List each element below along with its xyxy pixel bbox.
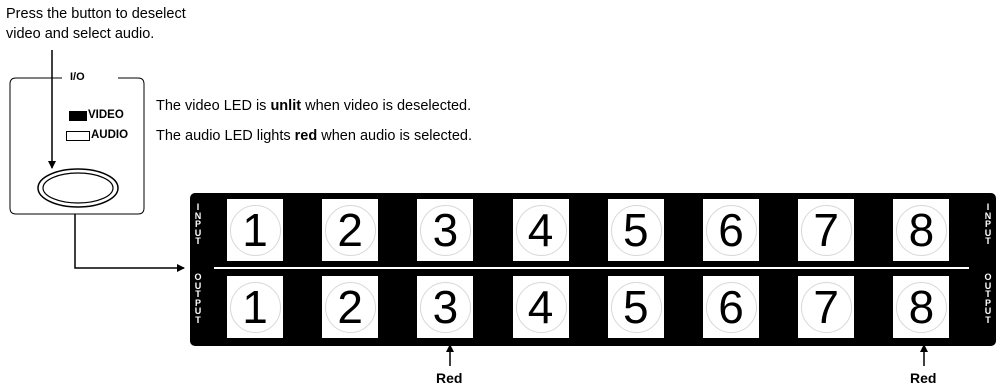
output-button-6[interactable]: 6 (702, 275, 760, 339)
input-button-5[interactable]: 5 (606, 198, 665, 262)
input-button-7[interactable]: 7 (797, 198, 856, 262)
io-panel-title: I/O (70, 71, 85, 83)
input-button-6[interactable]: 6 (702, 198, 760, 262)
video-led (69, 111, 87, 121)
video-note-post: when video is deselected. (301, 98, 472, 114)
button-number: 6 (718, 204, 744, 256)
audio-note-bold: red (294, 128, 318, 144)
button-number: 2 (337, 281, 363, 333)
button-number: 4 (527, 204, 554, 256)
button-number: 8 (908, 204, 935, 256)
button-number: 2 (337, 204, 363, 256)
output-label-left: OUTPUT (192, 273, 204, 324)
output-button-2[interactable]: 2 (321, 275, 380, 339)
input-button-2[interactable]: 2 (321, 198, 380, 262)
video-note-bold: unlit (270, 98, 302, 114)
side-label-letter: T (985, 314, 991, 325)
input-button-1[interactable]: 1 (226, 198, 284, 262)
audio-note-pre: The audio LED lights (156, 128, 295, 144)
output-button-8[interactable]: 8 (892, 275, 951, 339)
button-number: 6 (718, 281, 744, 333)
side-label-letter: T (985, 236, 991, 246)
button-number: 3 (432, 204, 459, 256)
output-label-right: OUTPUT (982, 273, 994, 324)
input-button-3[interactable]: 3 (416, 198, 475, 262)
output-button-3[interactable]: 3 (416, 275, 475, 339)
front-panel: INPUT OUTPUT INPUT OUTPUT 1 2 3 4 5 6 7 8 1 2 3 4 5… (190, 193, 996, 346)
output-button-5[interactable]: 5 (606, 275, 665, 339)
output-button-1[interactable]: 1 (226, 275, 284, 339)
button-number: 3 (432, 281, 459, 333)
side-label-letter: T (195, 236, 201, 246)
audio-led (66, 131, 90, 141)
input-button-4[interactable]: 4 (511, 198, 570, 262)
input-label-right: INPUT (982, 203, 994, 246)
audio-led-note: The audio LED lights red when audio is s… (156, 127, 472, 145)
output-button-4[interactable]: 4 (511, 275, 570, 339)
red-callout-input-3: Red (436, 370, 463, 386)
button-number: 1 (242, 204, 268, 256)
video-led-label: VIDEO (88, 109, 124, 121)
video-led-note: The video LED is unlit when video is des… (156, 97, 471, 115)
audio-note-post: when audio is selected. (317, 128, 472, 144)
video-note-pre: The video LED is (156, 98, 271, 114)
button-number: 7 (813, 281, 839, 333)
red-callout-input-8: Red (910, 370, 937, 386)
button-number: 7 (813, 204, 839, 256)
output-button-7[interactable]: 7 (797, 275, 856, 339)
io-button-inner (42, 172, 114, 204)
button-number: 1 (242, 281, 268, 333)
button-number: 5 (623, 281, 649, 333)
button-number: 8 (908, 281, 935, 333)
panel-connector-arrow (74, 214, 185, 272)
audio-led-label: AUDIO (91, 129, 129, 141)
side-label-letter: T (195, 314, 201, 325)
input-button-8[interactable]: 8 (892, 198, 951, 262)
button-number: 4 (527, 281, 554, 333)
input-label-left: INPUT (192, 203, 204, 246)
button-number: 5 (623, 204, 649, 256)
panel-divider (214, 267, 969, 269)
